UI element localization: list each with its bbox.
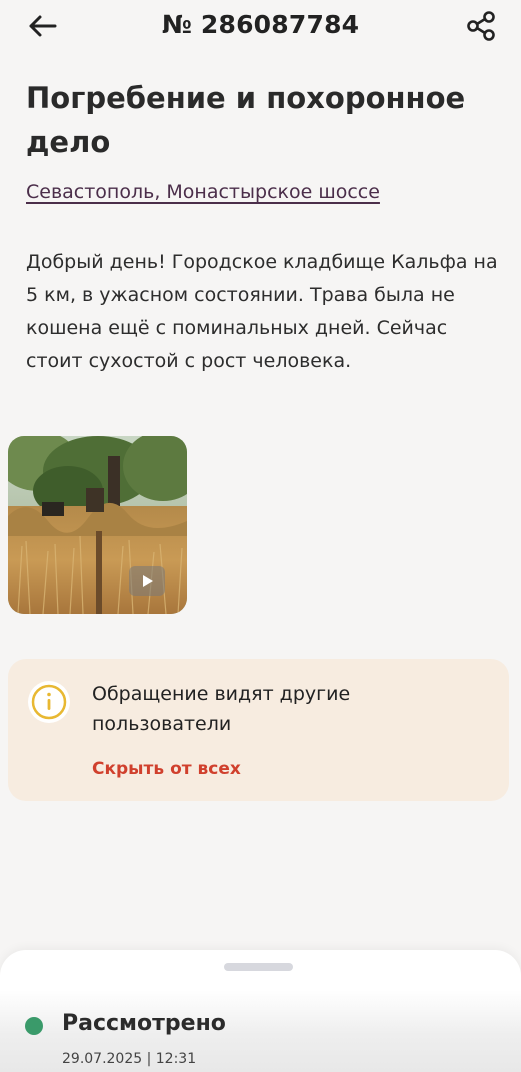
hide-from-all-link[interactable]: Скрыть от всех (92, 759, 241, 779)
appeal-description: Добрый день! Городское кладбище Кальфа н… (26, 251, 498, 372)
share-icon (467, 11, 495, 41)
info-icon (28, 681, 70, 723)
status-label: Рассмотрено (62, 1011, 226, 1036)
address-link[interactable]: Севастополь, Монастырское шоссе (26, 181, 380, 203)
sheet-drag-handle[interactable] (224, 963, 293, 971)
appeal-number: № 286087784 (161, 10, 360, 39)
status-date: 29.07.2025 | 12:31 (62, 1051, 197, 1067)
status-dot-icon (25, 1017, 43, 1035)
notice-text: Обращение видят другие пользователи (92, 683, 351, 735)
play-icon (143, 575, 153, 587)
appeal-title: Погребение и похоронное дело (26, 81, 466, 159)
appeal-detail-screen: № 286087784 Погребение и похоронное дело… (0, 0, 521, 1072)
top-bar: № 286087784 (0, 0, 521, 52)
visibility-notice: Обращение видят другие пользователи Скры… (8, 659, 509, 801)
play-button[interactable] (129, 566, 165, 596)
share-button[interactable] (461, 8, 501, 44)
